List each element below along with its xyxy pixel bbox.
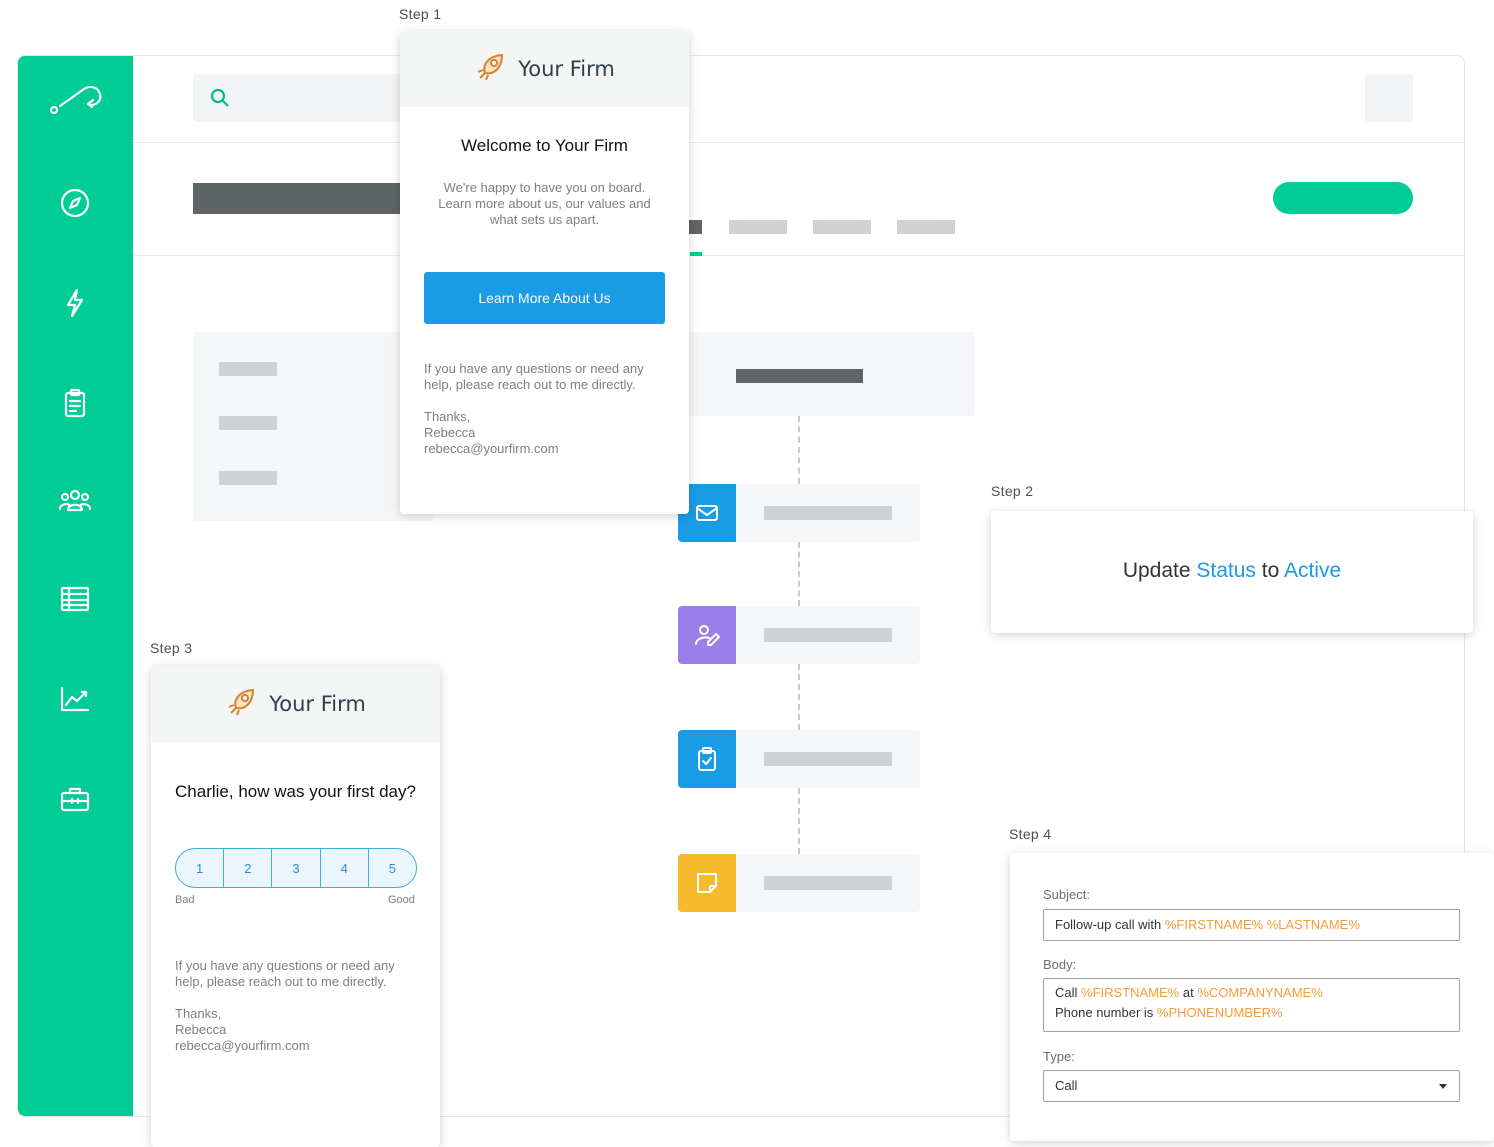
- lightning-icon[interactable]: [54, 282, 96, 324]
- topbar-divider: [133, 142, 1464, 143]
- type-selected-value: Call: [1055, 1078, 1078, 1093]
- email-thanks: Thanks,: [424, 409, 471, 424]
- subject-label: Subject:: [1043, 887, 1090, 902]
- update-status-text: Update Status to Active: [991, 559, 1473, 583]
- field-name: Status: [1196, 559, 1256, 582]
- flow-connector: [798, 416, 800, 484]
- flow-step-placeholder: [764, 506, 892, 520]
- email-header: Your Firm: [400, 31, 689, 107]
- step4-label: Step 4: [1009, 826, 1052, 842]
- compass-icon[interactable]: [54, 182, 96, 224]
- placeholder-line: [219, 471, 277, 485]
- survey-thanks: Thanks,: [175, 1006, 222, 1021]
- brand-name: Your Firm: [269, 692, 366, 716]
- search-input[interactable]: [193, 74, 433, 122]
- step4-task-form-card: Subject: Follow-up call with %FIRSTNAME%…: [1010, 853, 1494, 1141]
- note-icon: [678, 854, 736, 912]
- step1-welcome-email-card: Your Firm Welcome to Your Firm We're hap…: [400, 31, 689, 514]
- step2-label: Step 2: [991, 483, 1034, 499]
- rating-high-label: Good: [388, 894, 415, 906]
- tab-4[interactable]: [897, 220, 955, 234]
- step1-label: Step 1: [399, 6, 442, 22]
- tab-2[interactable]: [729, 220, 787, 234]
- search-icon: [210, 88, 229, 107]
- brand-name: Your Firm: [518, 57, 615, 81]
- step3-label: Step 3: [150, 640, 193, 656]
- tab-indicator: [690, 252, 702, 256]
- flow-step-survey[interactable]: [678, 730, 920, 788]
- body-textarea[interactable]: Call %FIRSTNAME% at %COMPANYNAME% Phone …: [1043, 978, 1460, 1032]
- flow-step-placeholder: [764, 876, 892, 890]
- survey-question: Charlie, how was your first day?: [175, 782, 416, 801]
- rating-option-5[interactable]: 5: [369, 849, 416, 887]
- survey-header: Your Firm: [151, 666, 440, 742]
- step2-update-status-card: Update Status to Active: [991, 511, 1473, 633]
- email-intro: We're happy to have you on board. Learn …: [438, 180, 651, 227]
- lastname-variable: %LASTNAME%: [1266, 917, 1360, 932]
- sidebar: [18, 56, 133, 1116]
- rating-option-3[interactable]: 3: [272, 849, 321, 887]
- flow-connector: [798, 664, 800, 730]
- survey-questions-text: If you have any questions or need any he…: [175, 958, 395, 989]
- details-card: [193, 332, 433, 521]
- flow-connector: [798, 542, 800, 606]
- clipboard-icon[interactable]: [54, 382, 96, 424]
- chevron-down-icon: [1439, 1084, 1447, 1089]
- body-text: at: [1179, 985, 1198, 1000]
- body-line-1: Call %FIRSTNAME% at %COMPANYNAME%: [1055, 983, 1448, 1003]
- rocket-icon: [474, 50, 508, 89]
- body-line-2: Phone number is %PHONENUMBER%: [1055, 1003, 1448, 1023]
- rating-scale: 1 2 3 4 5: [175, 848, 417, 888]
- clipboard-check-icon: [678, 730, 736, 788]
- body-text: Phone number is: [1055, 1005, 1157, 1020]
- phonenumber-variable: %PHONENUMBER%: [1156, 1005, 1283, 1020]
- email-signature-name: Rebecca: [424, 425, 476, 440]
- body-label: Body:: [1043, 957, 1077, 972]
- flow-step-placeholder: [764, 752, 892, 766]
- update-text-mid: to: [1255, 559, 1284, 582]
- toolbox-icon[interactable]: [54, 778, 96, 820]
- rating-low-label: Bad: [175, 894, 195, 906]
- survey-signature-email[interactable]: rebecca@yourfirm.com: [175, 1038, 310, 1054]
- flow-step-task[interactable]: [678, 854, 920, 912]
- trigger-title-placeholder: [736, 369, 863, 383]
- email-title: Welcome to Your Firm: [461, 136, 628, 155]
- subject-text: Follow-up call with: [1055, 917, 1165, 932]
- header-divider: [133, 255, 1464, 256]
- step3-survey-card: Your Firm Charlie, how was your first da…: [151, 666, 440, 1147]
- type-label: Type:: [1043, 1049, 1075, 1064]
- table-icon[interactable]: [54, 578, 96, 620]
- survey-signature-name: Rebecca: [175, 1022, 227, 1037]
- update-text-prefix: Update: [1122, 559, 1197, 582]
- flow-step-update-record[interactable]: [678, 606, 920, 664]
- rating-option-2[interactable]: 2: [224, 849, 273, 887]
- tab-3[interactable]: [813, 220, 871, 234]
- rating-option-4[interactable]: 4: [321, 849, 369, 887]
- email-signature-email[interactable]: rebecca@yourfirm.com: [424, 441, 559, 457]
- companyname-variable: %COMPANYNAME%: [1197, 985, 1323, 1000]
- flow-step-placeholder: [764, 628, 892, 642]
- email-questions-text: If you have any questions or need any he…: [424, 361, 644, 392]
- placeholder-line: [219, 362, 277, 376]
- primary-action-button[interactable]: [1273, 182, 1413, 214]
- users-icon[interactable]: [54, 480, 96, 522]
- type-select[interactable]: Call: [1043, 1070, 1460, 1102]
- field-value: Active: [1283, 559, 1342, 582]
- firstname-variable: %FIRSTNAME%: [1081, 985, 1180, 1000]
- learn-more-button[interactable]: Learn More About Us: [424, 272, 665, 324]
- body-text: Call: [1055, 985, 1082, 1000]
- flow-step-email[interactable]: [678, 484, 920, 542]
- rating-option-1[interactable]: 1: [176, 849, 225, 887]
- logo-icon[interactable]: [46, 76, 106, 118]
- profile-button[interactable]: [1365, 74, 1413, 122]
- subject-input[interactable]: Follow-up call with %FIRSTNAME% %LASTNAM…: [1043, 909, 1460, 941]
- user-edit-icon: [678, 606, 736, 664]
- placeholder-line: [219, 416, 277, 430]
- firstname-variable: %FIRSTNAME%: [1164, 917, 1264, 932]
- flow-connector: [798, 788, 800, 854]
- chart-icon[interactable]: [54, 678, 96, 720]
- page-title-placeholder: [193, 183, 423, 214]
- rocket-icon: [225, 685, 259, 724]
